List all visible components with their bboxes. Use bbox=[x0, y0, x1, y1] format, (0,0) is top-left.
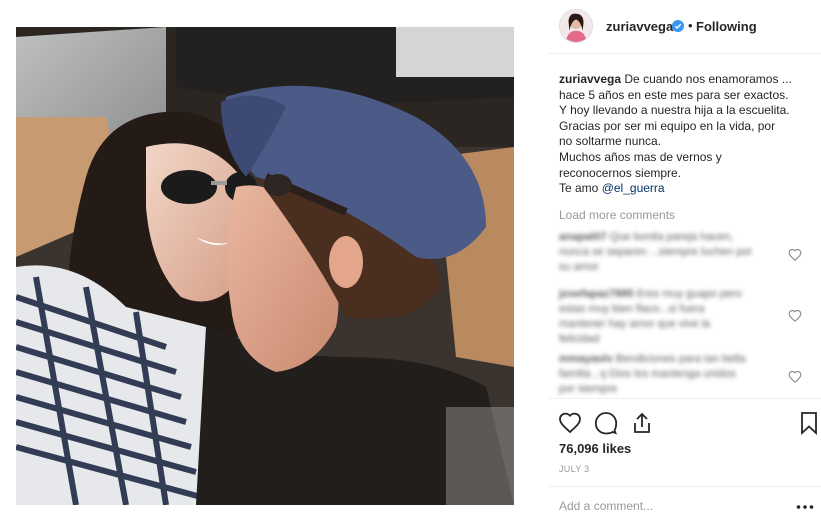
caption-line: Gracias por ser mi equipo en la vida, po… bbox=[559, 118, 776, 133]
caption: zuriavvega De cuando nos enamoramos ... … bbox=[559, 72, 811, 197]
comment-username[interactable]: josefapaz7885 bbox=[559, 288, 634, 300]
comment-username[interactable]: anapat07 bbox=[559, 231, 607, 243]
caption-line: hace 5 años en este mes para ser exactos… bbox=[559, 87, 789, 102]
ellipsis-icon[interactable] bbox=[796, 498, 814, 512]
comment-item: mmayaolv Bendiciones para tan bella fami… bbox=[559, 352, 799, 397]
caption-line: Muchos años mas de vernos y bbox=[559, 149, 722, 164]
comment-text: felicidad bbox=[559, 333, 600, 345]
comment-text: Bendiciones para tan bella bbox=[615, 353, 746, 365]
comment-text: por siempre bbox=[559, 383, 618, 395]
comment-like-heart-icon[interactable] bbox=[788, 309, 802, 323]
comment-text: familia , q Dios los mantenga unidos bbox=[559, 368, 736, 380]
caption-line: Te amo bbox=[559, 181, 599, 196]
speech-bubble-icon[interactable] bbox=[594, 411, 618, 435]
heart-icon[interactable] bbox=[558, 411, 582, 435]
bookmark-icon[interactable] bbox=[797, 411, 821, 436]
caption-line: De cuando nos enamoramos ... bbox=[624, 72, 792, 86]
caption-mention[interactable]: @el_guerra bbox=[602, 181, 665, 195]
add-comment-input[interactable] bbox=[559, 497, 779, 515]
caption-line: Y hoy llevando a nuestra hija a la escue… bbox=[559, 103, 790, 118]
comment-item: anapat07 Que bonita pareja hacen, nunca … bbox=[559, 230, 799, 275]
post-panel: zuriavvega • Following zuriavvega De cua… bbox=[548, 0, 821, 521]
caption-username[interactable]: zuriavvega bbox=[559, 72, 621, 86]
comment-like-heart-icon[interactable] bbox=[788, 248, 802, 262]
comment-item: josefapaz7885 Eres muy guapo pero estas … bbox=[559, 287, 799, 347]
verified-badge-icon bbox=[672, 19, 684, 32]
following-button[interactable]: Following bbox=[696, 19, 757, 34]
share-icon[interactable] bbox=[630, 411, 654, 435]
post-actions bbox=[548, 398, 821, 436]
caption-line: no soltarme nunca. bbox=[559, 134, 662, 149]
comment-text: su amor bbox=[559, 261, 599, 273]
load-more-comments-button[interactable]: Load more comments bbox=[559, 208, 675, 222]
comment-username[interactable]: mmayaolv bbox=[559, 353, 613, 365]
header-username[interactable]: zuriavvega bbox=[606, 19, 673, 34]
comment-text: nunca se separen ...siempre luchen por bbox=[559, 246, 753, 258]
add-comment-bar bbox=[548, 486, 821, 521]
comment-text: Que bonita pareja hacen, bbox=[609, 231, 734, 243]
comment-text: mantener hay amor que vive la bbox=[559, 318, 711, 330]
header-separator: • bbox=[688, 18, 693, 33]
post-photo[interactable] bbox=[16, 27, 514, 505]
post-photo-image bbox=[16, 27, 514, 505]
comment-like-heart-icon[interactable] bbox=[788, 370, 802, 384]
comment-text: Eres muy guapo pero bbox=[636, 288, 742, 300]
likes-count[interactable]: 76,096 likes bbox=[559, 441, 631, 456]
post-date: JULY 3 bbox=[559, 464, 590, 474]
post-header: zuriavvega • Following bbox=[548, 0, 821, 54]
comment-text: estas muy bien flaco...si fuera bbox=[559, 303, 705, 315]
avatar[interactable] bbox=[559, 9, 593, 43]
caption-line: reconocernos siempre. bbox=[559, 165, 682, 180]
